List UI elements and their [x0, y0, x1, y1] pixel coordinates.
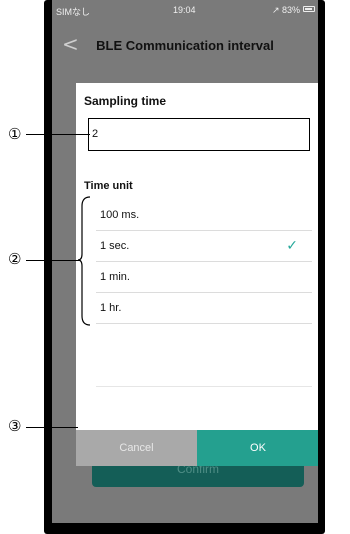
sampling-dialog: Sampling time 2 Time unit 100 ms. 1 sec.…: [76, 83, 318, 466]
callout-2: ②: [8, 250, 22, 268]
option-label: 1 sec.: [100, 240, 130, 252]
time-unit-option-1min[interactable]: 1 min.: [96, 262, 312, 293]
sampling-time-label: Sampling time: [84, 94, 167, 108]
nav-bar: < BLE Communication interval: [52, 30, 318, 60]
cancel-button[interactable]: Cancel: [76, 430, 197, 466]
checkmark-icon: ✓: [286, 238, 298, 254]
time-unit-option-1sec[interactable]: 1 sec. ✓: [96, 231, 312, 262]
time-unit-option-1hr[interactable]: 1 hr.: [96, 293, 312, 324]
divider: [96, 386, 312, 387]
battery-percent: ↗ 83%: [271, 5, 300, 15]
page-title: BLE Communication interval: [96, 38, 274, 53]
dialog-button-row: Cancel OK: [76, 430, 318, 466]
callout-2-line: [26, 260, 80, 261]
ok-button[interactable]: OK: [197, 430, 318, 466]
callout-1: ①: [8, 125, 22, 143]
time-unit-label: Time unit: [84, 180, 133, 192]
time-unit-option-100ms[interactable]: 100 ms.: [96, 200, 312, 231]
option-label: 1 hr.: [100, 302, 122, 314]
battery-icon: [303, 6, 315, 12]
carrier-label: SIMなし: [56, 7, 91, 17]
sampling-time-input[interactable]: 2: [88, 118, 310, 151]
callout-2-bracket: [77, 196, 91, 326]
callout-3: ③: [8, 417, 22, 435]
status-bar: SIMなし 19:04 ↗ 83%: [52, 0, 318, 22]
callout-3-line: [26, 427, 78, 428]
time-unit-list: 100 ms. 1 sec. ✓ 1 min. 1 hr.: [96, 200, 312, 324]
clock: 19:04: [173, 5, 196, 15]
option-label: 100 ms.: [100, 209, 140, 221]
option-label: 1 min.: [100, 271, 130, 283]
callout-1-line: [26, 134, 90, 135]
